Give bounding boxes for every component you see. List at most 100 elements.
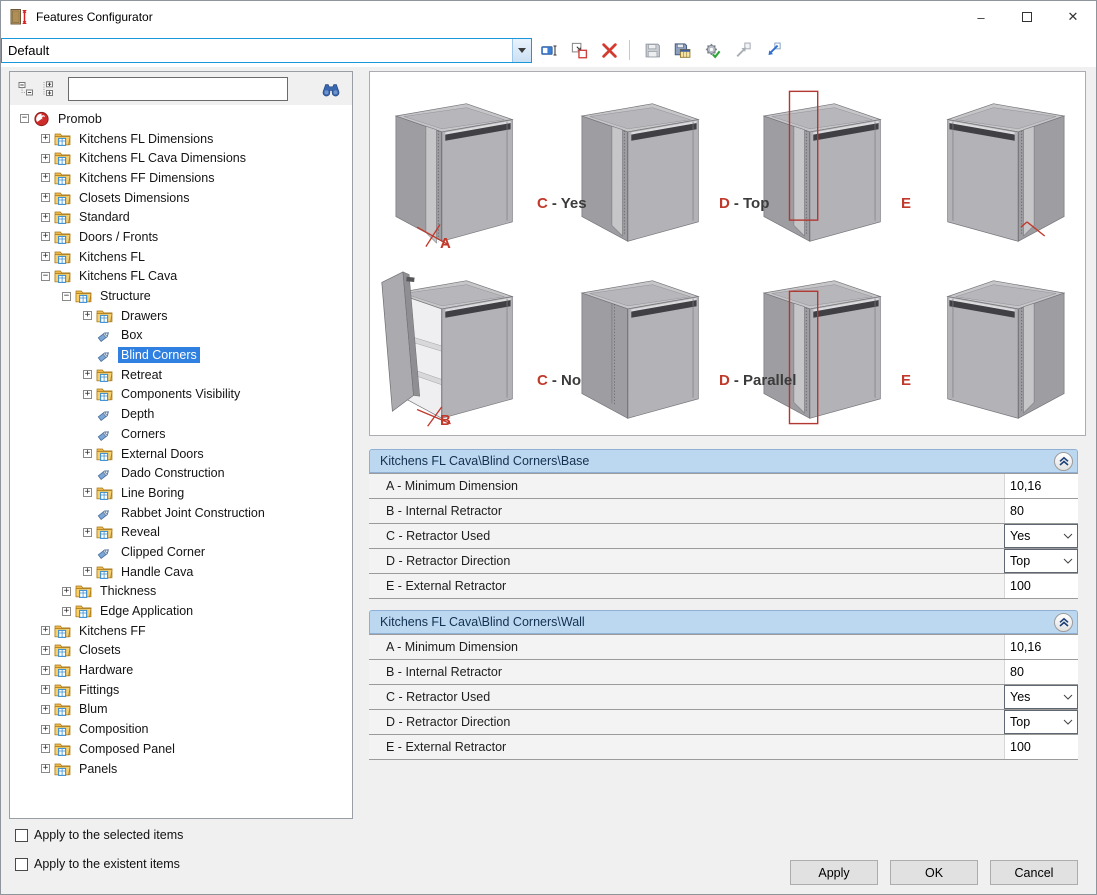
search-binoculars-icon[interactable] [318,77,344,101]
tree-item-retreat[interactable]: +Retreat [12,365,352,385]
property-value-field[interactable]: 10,16 [1004,635,1078,659]
property-dropdown[interactable]: Yes [1004,524,1078,548]
apply-selected-option[interactable]: Apply to the selected items [15,828,183,842]
tree-expander-plus[interactable]: + [41,193,50,202]
collapse-group-button[interactable] [1054,452,1073,471]
tree-item-label: Fittings [76,682,122,698]
tree-expander-plus[interactable]: + [83,528,92,537]
expand-all-button[interactable] [38,77,62,101]
tree-item-thickness[interactable]: +Thickness [12,582,352,602]
property-value-field[interactable]: 10,16 [1004,474,1078,498]
tree-expander-minus[interactable]: − [20,114,29,123]
tree-item-reveal[interactable]: +Reveal [12,522,352,542]
property-dropdown[interactable]: Top [1004,549,1078,573]
tree-expander-plus[interactable]: + [41,154,50,163]
property-value-field[interactable]: 80 [1004,499,1078,523]
tree-expander-plus[interactable]: + [62,607,71,616]
tree-item-closets[interactable]: +Closets [12,641,352,661]
tree-item-components-visibility[interactable]: +Components Visibility [12,385,352,405]
tree-item-depth[interactable]: Depth [12,404,352,424]
tree-expander-plus[interactable]: + [41,173,50,182]
tree-expander-plus[interactable]: + [83,370,92,379]
tree-item-clipped-corner[interactable]: Clipped Corner [12,542,352,562]
property-dropdown[interactable]: Top [1004,710,1078,734]
tree-item-box[interactable]: Box [12,326,352,346]
tree-item-kitchens-ff-dimensions[interactable]: +Kitchens FF Dimensions [12,168,352,188]
tree-item-kitchens-fl-dimensions[interactable]: +Kitchens FL Dimensions [12,129,352,149]
tree-expander-minus[interactable]: − [41,272,50,281]
tree-item-doors-fronts[interactable]: +Doors / Fronts [12,227,352,247]
tree-item-kitchens-fl[interactable]: +Kitchens FL [12,247,352,267]
property-value-field[interactable]: 100 [1004,574,1078,598]
collapse-group-button[interactable] [1054,613,1073,632]
tree-item-kitchens-ff[interactable]: +Kitchens FF [12,621,352,641]
property-dropdown[interactable]: Yes [1004,685,1078,709]
chevron-down-icon [518,48,526,53]
tree-expander-plus[interactable]: + [41,213,50,222]
tree-expander-plus[interactable]: + [41,134,50,143]
tree-item-closets-dimensions[interactable]: +Closets Dimensions [12,188,352,208]
tree-item-fittings[interactable]: + Fittings [12,680,352,700]
tree-expander-plus[interactable]: + [83,488,92,497]
tree-expander-plus[interactable]: + [83,449,92,458]
group-header[interactable]: Kitchens FL Cava\Blind Corners\Base [369,449,1078,473]
tree-expander-plus[interactable]: + [41,646,50,655]
duplicate-feature-set-button[interactable] [566,37,592,63]
tree-item-hardware[interactable]: +Hardware [12,660,352,680]
tree-item-promob[interactable]: −Promob [12,109,352,129]
tree-expander-plus[interactable]: + [41,232,50,241]
tree-item-composition[interactable]: +Composition [12,719,352,739]
group-header[interactable]: Kitchens FL Cava\Blind Corners\Wall [369,610,1078,634]
apply-settings-button[interactable] [699,37,725,63]
rename-feature-set-button[interactable] [536,37,562,63]
tree-expander-plus[interactable]: + [41,626,50,635]
property-value-field[interactable]: 80 [1004,660,1078,684]
tree-item-line-boring[interactable]: +Line Boring [12,483,352,503]
tree-item-blum[interactable]: +Blum [12,700,352,720]
tree-item-composed-panel[interactable]: +Composed Panel [12,739,352,759]
tree-item-handle-cava[interactable]: +Handle Cava [12,562,352,582]
tree-expander-plus[interactable]: + [41,685,50,694]
tree-item-panels[interactable]: +Panels [12,759,352,779]
tree-search-input[interactable] [68,77,288,101]
tree-item-external-doors[interactable]: +External Doors [12,444,352,464]
save-image-button[interactable] [669,37,695,63]
tree-item-rabbet-joint-construction[interactable]: Rabbet Joint Construction [12,503,352,523]
cancel-button[interactable]: Cancel [990,860,1078,885]
tree-item-kitchens-fl-cava[interactable]: −Kitchens FL Cava [12,267,352,287]
import-button[interactable] [759,37,785,63]
tree-expander-plus[interactable]: + [41,252,50,261]
tree-expander-plus[interactable]: + [41,666,50,675]
apply-button[interactable]: Apply [790,860,878,885]
tree-item-drawers[interactable]: +Drawers [12,306,352,326]
delete-feature-set-button[interactable] [596,37,622,63]
minimize-button[interactable]: – [958,1,1004,33]
tree-expander-plus[interactable]: + [41,744,50,753]
property-value-field[interactable]: 100 [1004,735,1078,759]
tree-item-blind-corners[interactable]: Blind Corners [12,345,352,365]
collapse-all-button[interactable] [14,77,38,101]
tree-expander-plus[interactable]: + [83,567,92,576]
property-row-b-internal-retractor: B - Internal Retractor80 [369,499,1078,524]
tree-expander-plus[interactable]: + [41,764,50,773]
tree-expander-plus[interactable]: + [41,725,50,734]
apply-existent-option[interactable]: Apply to the existent items [15,857,180,871]
feature-set-combobox[interactable]: Default [1,38,532,63]
apply-selected-checkbox[interactable] [15,829,28,842]
tree-expander-minus[interactable]: − [62,292,71,301]
tree-expander-plus[interactable]: + [41,705,50,714]
tree-item-kitchens-fl-cava-dimensions[interactable]: +Kitchens FL Cava Dimensions [12,148,352,168]
combobox-dropdown-button[interactable] [512,39,531,62]
ok-button[interactable]: OK [890,860,978,885]
tree-expander-plus[interactable]: + [83,390,92,399]
tree-expander-plus[interactable]: + [62,587,71,596]
apply-existent-checkbox[interactable] [15,858,28,871]
tree-item-edge-application[interactable]: +Edge Application [12,601,352,621]
tree-item-structure[interactable]: −Structure [12,286,352,306]
maximize-button[interactable] [1004,1,1050,33]
close-button[interactable]: ✕ [1050,1,1096,33]
tree-item-corners[interactable]: Corners [12,424,352,444]
tree-item-standard[interactable]: +Standard [12,207,352,227]
tree-expander-plus[interactable]: + [83,311,92,320]
tree-item-dado-construction[interactable]: Dado Construction [12,463,352,483]
